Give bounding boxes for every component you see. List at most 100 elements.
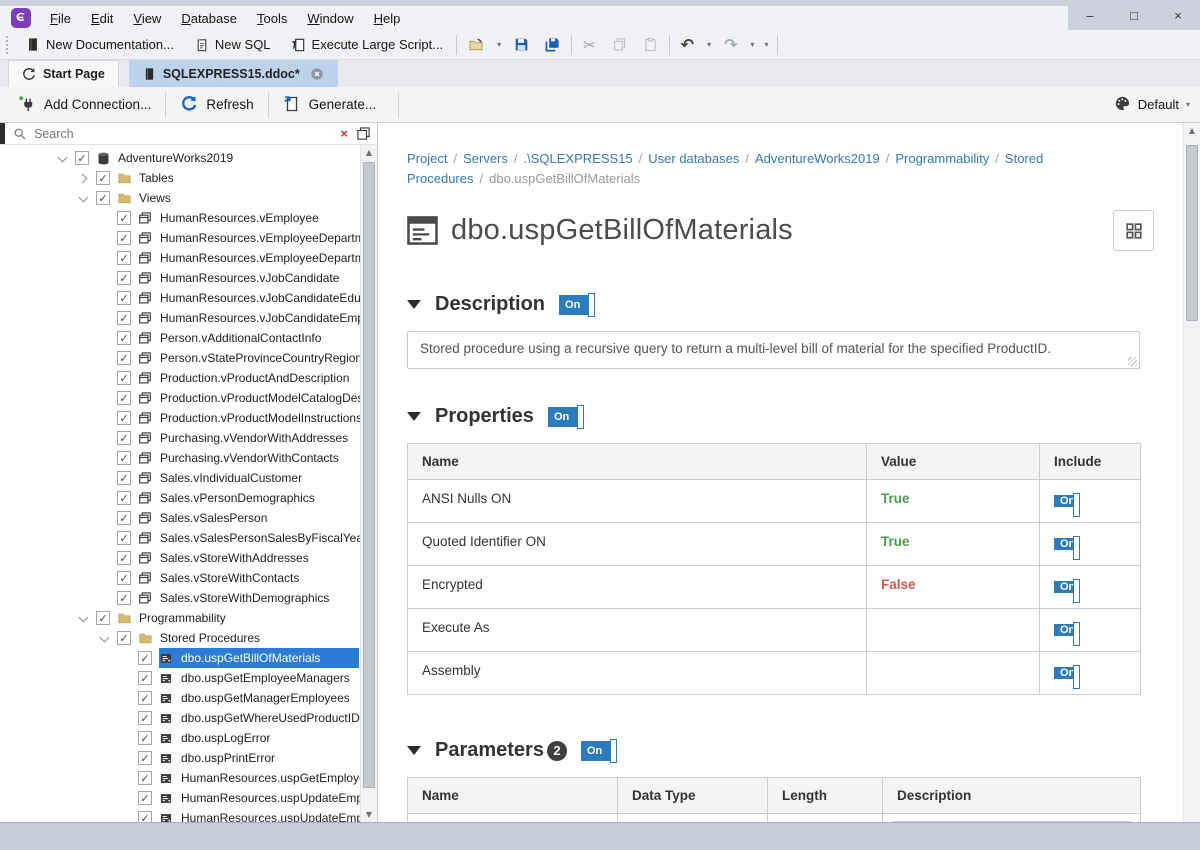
tree-checkbox[interactable]: ✓ xyxy=(117,571,131,585)
theme-selector[interactable]: Default ▾ xyxy=(1114,95,1190,115)
save-button[interactable] xyxy=(506,30,537,59)
collapse-triangle-icon[interactable] xyxy=(407,300,421,309)
maximize-button[interactable]: □ xyxy=(1112,0,1156,30)
breadcrumb-link[interactable]: .\SQLEXPRESS15 xyxy=(524,151,633,166)
tree-checkbox[interactable]: ✓ xyxy=(117,231,131,245)
include-toggle[interactable]: On xyxy=(1054,495,1075,507)
tree-checkbox[interactable]: ✓ xyxy=(117,211,131,225)
chevron-down-icon[interactable]: ▾ xyxy=(745,40,759,49)
breadcrumb-link[interactable]: User databases xyxy=(648,151,739,166)
new-documentation-button[interactable]: New Documentation... xyxy=(16,30,184,59)
scroll-up-icon[interactable]: ▲ xyxy=(1184,126,1200,135)
tree-checkbox[interactable]: ✓ xyxy=(138,691,152,705)
tree-checkbox[interactable]: ✓ xyxy=(138,751,152,765)
menu-tools[interactable]: Tools xyxy=(247,8,297,29)
include-toggle[interactable]: On xyxy=(1054,538,1075,550)
include-toggle[interactable]: On xyxy=(1054,667,1075,679)
tree-item[interactable]: ✓Production.vProductModelInstructions xyxy=(0,408,359,428)
documents-panel-icon[interactable] xyxy=(354,126,377,141)
tree-item[interactable]: ✓dbo.uspGetBillOfMaterials xyxy=(0,648,359,668)
menu-edit[interactable]: Edit xyxy=(81,8,123,29)
tree-checkbox[interactable]: ✓ xyxy=(117,391,131,405)
clear-search-icon[interactable]: × xyxy=(334,126,354,141)
tree-checkbox[interactable]: ✓ xyxy=(117,551,131,565)
description-textarea[interactable]: Stored procedure using a recursive query… xyxy=(407,331,1140,369)
description-toggle[interactable]: On xyxy=(559,295,590,315)
tree-item[interactable]: ✓HumanResources.vJobCandidateEmplo... xyxy=(0,308,359,328)
tree-checkbox[interactable]: ✓ xyxy=(117,371,131,385)
layout-grid-button[interactable] xyxy=(1113,210,1154,251)
menu-view[interactable]: View xyxy=(123,8,171,29)
paste-button[interactable] xyxy=(635,30,666,59)
tree-item[interactable]: ✓Views xyxy=(0,188,359,208)
tree-item[interactable]: ✓Purchasing.vVendorWithAddresses xyxy=(0,428,359,448)
chevron-down-icon[interactable]: ▾ xyxy=(492,40,506,49)
tree-scrollbar[interactable]: ▲ ▼ xyxy=(360,145,377,822)
tree-item[interactable]: ✓HumanResources.vEmployeeDepartment xyxy=(0,228,359,248)
collapse-triangle-icon[interactable] xyxy=(407,746,421,755)
close-tab-icon[interactable] xyxy=(310,67,324,81)
tree-item[interactable]: ✓Stored Procedures xyxy=(0,628,359,648)
chevron-down-icon[interactable]: ▾ xyxy=(702,40,716,49)
tree-item[interactable]: ✓HumanResources.vJobCandidate xyxy=(0,268,359,288)
tree-checkbox[interactable]: ✓ xyxy=(117,431,131,445)
tree-item[interactable]: ✓dbo.uspLogError xyxy=(0,728,359,748)
scroll-up-icon[interactable]: ▲ xyxy=(361,148,377,157)
tree-item[interactable]: ✓Person.vStateProvinceCountryRegion xyxy=(0,348,359,368)
tree-item[interactable]: ✓AdventureWorks2019 xyxy=(0,148,359,168)
include-toggle[interactable]: On xyxy=(1054,624,1075,636)
save-all-button[interactable] xyxy=(537,30,568,59)
copy-button[interactable] xyxy=(604,30,635,59)
tree-checkbox[interactable]: ✓ xyxy=(117,411,131,425)
tree-item[interactable]: ✓Production.vProductModelCatalogDescr... xyxy=(0,388,359,408)
tree-checkbox[interactable]: ✓ xyxy=(138,671,152,685)
tree-checkbox[interactable]: ✓ xyxy=(117,291,131,305)
parameters-toggle[interactable]: On xyxy=(581,741,612,761)
tree-checkbox[interactable]: ✓ xyxy=(117,531,131,545)
tree-item[interactable]: ✓Sales.vSalesPerson xyxy=(0,508,359,528)
tree-checkbox[interactable]: ✓ xyxy=(117,511,131,525)
menu-database[interactable]: Database xyxy=(171,8,247,29)
scrollbar-thumb[interactable] xyxy=(1186,145,1198,321)
tree-item[interactable]: ✓dbo.uspGetEmployeeManagers xyxy=(0,668,359,688)
scrollbar-thumb[interactable] xyxy=(363,162,375,788)
collapse-triangle-icon[interactable] xyxy=(407,412,421,421)
tree-checkbox[interactable]: ✓ xyxy=(96,191,110,205)
tree-checkbox[interactable]: ✓ xyxy=(117,351,131,365)
scroll-down-icon[interactable]: ▼ xyxy=(361,810,377,819)
tree-item[interactable]: ✓Purchasing.vVendorWithContacts xyxy=(0,448,359,468)
tree-checkbox[interactable]: ✓ xyxy=(96,171,110,185)
tree-checkbox[interactable]: ✓ xyxy=(138,791,152,805)
tree-item[interactable]: ✓dbo.uspGetManagerEmployees xyxy=(0,688,359,708)
tree-item[interactable]: ✓Sales.vStoreWithDemographics xyxy=(0,588,359,608)
tree-checkbox[interactable]: ✓ xyxy=(138,731,152,745)
tree-item[interactable]: ✓Sales.vStoreWithAddresses xyxy=(0,548,359,568)
document-scrollbar[interactable]: ▲ xyxy=(1183,123,1200,822)
breadcrumb-link[interactable]: Servers xyxy=(463,151,508,166)
breadcrumb-link[interactable]: Project xyxy=(407,151,447,166)
breadcrumb-link[interactable]: Programmability xyxy=(895,151,989,166)
chevron-collapsed-icon[interactable] xyxy=(79,174,87,182)
add-connection-button[interactable]: Add Connection... xyxy=(4,87,165,122)
close-button[interactable]: × xyxy=(1156,0,1200,30)
tree-item[interactable]: ✓HumanResources.uspGetEmployees... xyxy=(0,768,359,788)
tree-checkbox[interactable]: ✓ xyxy=(117,331,131,345)
tree-item[interactable]: ✓HumanResources.uspUpdateEmploy... xyxy=(0,808,359,822)
tree-item[interactable]: ✓Production.vProductAndDescription xyxy=(0,368,359,388)
include-toggle[interactable]: On xyxy=(1054,581,1075,593)
tree-checkbox[interactable]: ✓ xyxy=(117,491,131,505)
tree-item[interactable]: ✓HumanResources.uspUpdateEmploy... xyxy=(0,788,359,808)
tree-checkbox[interactable]: ✓ xyxy=(117,271,131,285)
breadcrumb-link[interactable]: AdventureWorks2019 xyxy=(755,151,880,166)
tree-item[interactable]: ✓dbo.uspGetWhereUsedProductID xyxy=(0,708,359,728)
tree-item[interactable]: ✓Tables xyxy=(0,168,359,188)
refresh-button[interactable]: Refresh xyxy=(166,87,267,122)
tree-checkbox[interactable]: ✓ xyxy=(138,711,152,725)
tab-start-page[interactable]: Start Page xyxy=(8,60,119,87)
tab-sqlexpress15-ddoc[interactable]: SQLEXPRESS15.ddoc* xyxy=(129,60,338,87)
redo-button[interactable]: ↷ xyxy=(716,30,745,59)
tree-item[interactable]: ✓Person.vAdditionalContactInfo xyxy=(0,328,359,348)
tree-item[interactable]: ✓Sales.vStoreWithContacts xyxy=(0,568,359,588)
chevron-down-icon[interactable]: ▾ xyxy=(760,40,774,49)
undo-button[interactable]: ↶ xyxy=(673,30,702,59)
